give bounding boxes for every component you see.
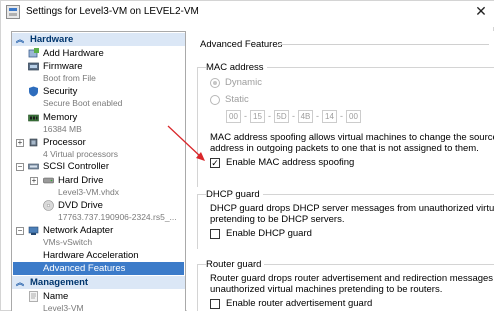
- mac-octet-4[interactable]: 4B: [298, 110, 313, 123]
- title-divider: [277, 44, 489, 45]
- tree-item-network-adapter[interactable]: − Network Adapter VMs-vSwitch: [12, 224, 185, 248]
- router-guard-label[interactable]: Enable router advertisement guard: [226, 298, 372, 309]
- tree-item-subtitle: VMs-vSwitch: [43, 237, 93, 247]
- mac-octet-6[interactable]: 00: [346, 110, 361, 123]
- mac-octet-2[interactable]: 15: [250, 110, 265, 123]
- mac-separator: -: [292, 111, 295, 121]
- close-button[interactable]: ✕: [467, 1, 494, 23]
- static-radio[interactable]: [210, 95, 220, 105]
- tree-item-subtitle: Secure Boot enabled: [43, 98, 123, 108]
- tree-item-hardware-acceleration[interactable]: Hardware Acceleration: [12, 249, 185, 262]
- mac-spoofing-checkbox[interactable]: ✓: [210, 158, 220, 168]
- mac-address-group-title: MAC address: [206, 62, 267, 73]
- chevron-up-icon: ︽: [16, 35, 24, 44]
- collapse-icon[interactable]: −: [16, 227, 24, 235]
- tree-item-label: Hardware Acceleration: [43, 250, 139, 261]
- annotation-arrow-icon: [167, 125, 205, 161]
- tree-item-hard-drive[interactable]: + Hard Drive Level3-VM.vhdx: [12, 174, 185, 198]
- tree-item-label: Firmware: [43, 61, 83, 72]
- tree-item-name[interactable]: Name Level3-VM: [12, 290, 185, 311]
- mac-separator: -: [340, 111, 343, 121]
- tree-item-subtitle: 17763.737.190906-2324.rs5_...: [58, 212, 177, 222]
- name-tag-icon: [29, 291, 38, 302]
- mac-octet-5[interactable]: 14: [322, 110, 337, 123]
- tree-item-subtitle: Level3-VM: [43, 303, 84, 311]
- tree-item-subtitle: Boot from File: [43, 73, 96, 83]
- dhcp-guard-description-line: pretending to be DHCP servers.: [210, 214, 345, 225]
- tree-item-label: Memory: [43, 112, 78, 123]
- collapse-icon[interactable]: −: [16, 163, 24, 171]
- tree-item-label: Hard Drive: [58, 175, 104, 186]
- section-hardware-label: Hardware: [30, 34, 74, 45]
- mac-octet-3[interactable]: 5D: [274, 110, 289, 123]
- mac-separator: -: [244, 111, 247, 121]
- memory-icon: [28, 114, 39, 122]
- mac-spoofing-description-line: address in outgoing packets to one that …: [210, 143, 479, 154]
- tree-item-subtitle: 16384 MB: [43, 124, 82, 134]
- dhcp-guard-label[interactable]: Enable DHCP guard: [226, 228, 312, 239]
- mac-separator: -: [268, 111, 271, 121]
- section-hardware[interactable]: ︽ Hardware: [12, 33, 185, 46]
- dynamic-radio-label: Dynamic: [225, 77, 262, 88]
- tree-item-label: Add Hardware: [43, 48, 104, 59]
- settings-content: Advanced Features MAC address Dynamic St…: [187, 31, 494, 311]
- mac-spoofing-description-line: MAC address spoofing allows virtual mach…: [210, 132, 494, 143]
- tree-item-processor[interactable]: + Processor 4 Virtual processors: [12, 136, 185, 160]
- title-bar: Settings for Level3-VM on LEVEL2-VM ✕: [1, 1, 494, 27]
- tree-item-label: DVD Drive: [58, 200, 103, 211]
- dhcp-guard-description: DHCP guard drops DHCP server messages fr…: [210, 203, 494, 225]
- tree-item-label: Network Adapter: [43, 225, 114, 236]
- dynamic-radio[interactable]: [210, 78, 220, 88]
- section-management-label: Management: [30, 277, 89, 288]
- scsi-controller-icon: [28, 163, 39, 170]
- tree-item-add-hardware[interactable]: Add Hardware: [12, 47, 185, 60]
- router-guard-description-line: unauthorized virtual machines pretending…: [210, 284, 443, 295]
- dhcp-guard-checkbox[interactable]: [210, 229, 220, 239]
- tree-item-label: SCSI Controller: [43, 161, 109, 172]
- expand-icon[interactable]: +: [16, 139, 24, 147]
- tree-item-subtitle: Level3-VM.vhdx: [58, 187, 119, 197]
- static-radio-label: Static: [225, 94, 249, 105]
- router-guard-checkbox[interactable]: [210, 299, 220, 309]
- router-guard-description: Router guard drops router advertisement …: [210, 273, 494, 295]
- router-guard-description-line: Router guard drops router advertisement …: [210, 273, 494, 284]
- processor-icon: [29, 138, 38, 147]
- tree-item-advanced-features[interactable]: Advanced Features: [13, 262, 184, 275]
- settings-app-icon: [6, 5, 20, 19]
- tree-item-security[interactable]: Security Secure Boot enabled: [12, 85, 185, 109]
- page-title: Advanced Features: [200, 39, 283, 50]
- settings-window: Settings for Level3-VM on LEVEL2-VM ✕ ︽ …: [0, 0, 494, 311]
- tree-item-label: Processor: [43, 137, 86, 148]
- add-hardware-icon: [28, 48, 39, 58]
- tree-item-scsi-controller[interactable]: − SCSI Controller: [12, 160, 185, 173]
- tree-item-label: Security: [43, 86, 78, 97]
- mac-spoofing-description: MAC address spoofing allows virtual mach…: [210, 132, 494, 154]
- network-adapter-icon: [28, 226, 39, 235]
- hard-drive-icon: [43, 177, 54, 184]
- mac-address-group: MAC address Dynamic Static 00 - 15 - 5D …: [197, 62, 494, 187]
- dhcp-guard-description-line: DHCP guard drops DHCP server messages fr…: [210, 203, 494, 214]
- dvd-drive-icon: [43, 200, 54, 211]
- tree-item-dvd-drive[interactable]: DVD Drive 17763.737.190906-2324.rs5_...: [12, 199, 185, 223]
- dhcp-guard-group-title: DHCP guard: [206, 189, 263, 200]
- firmware-icon: [28, 62, 39, 71]
- router-guard-group: Router guard Router guard drops router a…: [197, 259, 494, 311]
- shield-icon: [29, 86, 38, 97]
- tree-item-memory[interactable]: Memory 16384 MB: [12, 111, 185, 135]
- settings-tree[interactable]: ︽ Hardware Add Hardware Firmware Boot fr…: [11, 31, 186, 311]
- tree-item-label: Advanced Features: [43, 263, 126, 274]
- mac-octet-1[interactable]: 00: [226, 110, 241, 123]
- chevron-up-icon: ︽: [16, 278, 24, 287]
- mac-separator: -: [316, 111, 319, 121]
- window-title: Settings for Level3-VM on LEVEL2-VM: [26, 6, 199, 17]
- expand-icon[interactable]: +: [30, 177, 38, 185]
- tree-item-firmware[interactable]: Firmware Boot from File: [12, 60, 185, 84]
- dhcp-guard-group: DHCP guard DHCP guard drops DHCP server …: [197, 189, 494, 249]
- router-guard-group-title: Router guard: [206, 259, 265, 270]
- mac-spoofing-label[interactable]: Enable MAC address spoofing: [226, 157, 354, 168]
- section-management[interactable]: ︽ Management: [12, 276, 185, 289]
- tree-item-subtitle: 4 Virtual processors: [43, 149, 118, 159]
- tree-item-label: Name: [43, 291, 69, 302]
